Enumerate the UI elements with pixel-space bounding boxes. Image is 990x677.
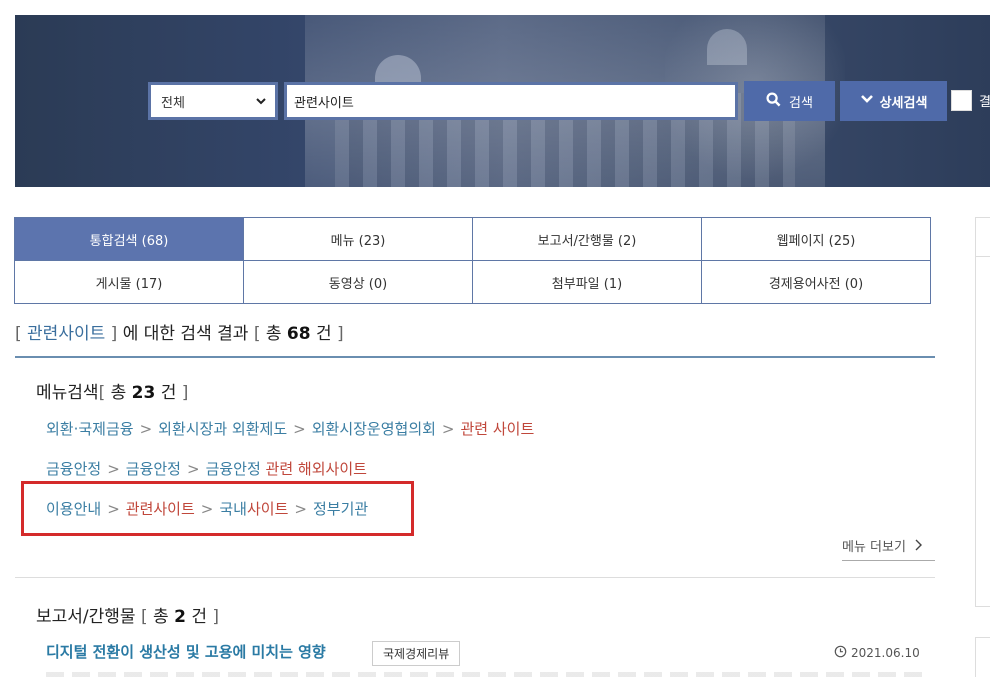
tab-all[interactable]: 통합검색 (68) xyxy=(15,218,244,261)
search-keyword: 관련사이트 xyxy=(27,324,106,344)
section-count: 2 xyxy=(174,607,186,627)
search-button[interactable]: 검색 xyxy=(744,81,835,121)
crumb-separator: > xyxy=(293,420,306,438)
tab-webpages[interactable]: 웹페이지 (25) xyxy=(702,218,930,261)
chevron-right-icon xyxy=(914,539,923,555)
result-category-tabs: 통합검색 (68) 메뉴 (23) 보고서/간행물 (2) 웹페이지 (25) … xyxy=(14,217,931,304)
section-label: 보고서/간행물 xyxy=(36,607,136,627)
bracket-open: [ xyxy=(253,324,261,344)
crumb-match[interactable]: 사이트 xyxy=(326,460,367,478)
crumb-separator: > xyxy=(139,420,153,438)
search-scope-value: 전체 xyxy=(161,95,185,111)
tab-videos[interactable]: 동영상 (0) xyxy=(244,261,473,303)
menu-result-item[interactable]: 금융안정 > 금융안정 > 금융안정 관련 해외사이트 xyxy=(46,458,367,479)
section-label: 메뉴검색 xyxy=(36,383,99,403)
clock-icon xyxy=(834,645,847,661)
advanced-search-label: 상세검색 xyxy=(879,95,928,111)
crumb-link[interactable]: 외환시장운영협의회 xyxy=(312,420,436,438)
bracket-open: [ xyxy=(140,607,148,627)
crumb-link[interactable]: 금융안정 xyxy=(46,460,101,478)
bracket-open: [ xyxy=(98,383,106,403)
search-within-results-label: 결 xyxy=(979,95,990,110)
tab-menu[interactable]: 메뉴 (23) xyxy=(244,218,473,261)
report-section-title: 보고서/간행물 [ 총 2 건 ] xyxy=(36,602,219,627)
search-scope-select[interactable]: 전체 xyxy=(148,82,278,120)
report-summary-text xyxy=(46,672,926,677)
total-unit: 건 xyxy=(160,383,177,403)
total-prefix: 총 xyxy=(153,607,169,627)
tab-reports[interactable]: 보고서/간행물 (2) xyxy=(473,218,702,261)
total-prefix: 총 xyxy=(110,383,127,403)
chevron-down-icon xyxy=(860,93,874,109)
crumb-link[interactable]: 외환·국제금융 xyxy=(46,420,134,438)
report-title-link[interactable]: 디지털 전환이 생산성 및 고용에 미치는 영향 xyxy=(46,641,326,662)
chevron-down-icon xyxy=(255,95,267,110)
bracket-close: ] xyxy=(337,324,344,344)
total-prefix: 총 xyxy=(265,324,282,344)
summary-text: 에 대한 검색 결과 xyxy=(122,324,249,344)
side-panel xyxy=(975,637,990,677)
tab-glossary[interactable]: 경제용어사전 (0) xyxy=(702,261,930,303)
menu-section-title: 메뉴검색[ 총 23 건 ] xyxy=(36,378,188,403)
bracket-close: ] xyxy=(212,607,220,627)
search-icon xyxy=(766,91,781,111)
total-unit: 건 xyxy=(315,324,332,344)
tab-posts[interactable]: 게시물 (17) xyxy=(15,261,244,303)
crumb-link-match[interactable]: 관련 사이트 xyxy=(461,420,535,438)
total-unit: 건 xyxy=(191,607,207,627)
side-panel-divider xyxy=(975,256,990,257)
advanced-search-button[interactable]: 상세검색 xyxy=(840,81,947,121)
bracket-close: ] xyxy=(181,383,189,403)
bracket-close: ] xyxy=(110,324,118,344)
crumb-separator: > xyxy=(107,460,120,478)
more-label: 메뉴 더보기 xyxy=(842,540,906,555)
search-input-value: 관련사이트 xyxy=(294,95,354,111)
total-count: 68 xyxy=(286,324,311,344)
search-button-label: 검색 xyxy=(789,95,813,111)
crumb-separator: > xyxy=(186,460,200,478)
report-date: 2021.06.10 xyxy=(834,645,920,661)
search-within-results-checkbox[interactable] xyxy=(951,90,972,111)
report-category-tag: 국제경제리뷰 xyxy=(372,641,461,666)
bracket-open: [ xyxy=(15,324,22,344)
side-panel xyxy=(975,217,990,607)
report-date-value: 2021.06.10 xyxy=(851,646,920,660)
crumb-separator: > xyxy=(441,420,455,438)
crumb-match[interactable]: 관련 xyxy=(266,460,294,478)
divider xyxy=(15,577,935,578)
result-summary: [ 관련사이트 ] 에 대한 검색 결과 [ 총 68 건 ] xyxy=(15,319,344,344)
crumb-link[interactable]: 금융안정 xyxy=(126,460,181,478)
crumb-link[interactable]: 외환시장과 외환제도 xyxy=(158,420,287,438)
search-input[interactable]: 관련사이트 xyxy=(284,82,738,120)
highlight-annotation-box xyxy=(21,481,414,536)
tab-attachments[interactable]: 첨부파일 (1) xyxy=(473,261,702,303)
menu-more-link[interactable]: 메뉴 더보기 xyxy=(842,536,935,561)
menu-result-item[interactable]: 외환·국제금융 > 외환시장과 외환제도 > 외환시장운영협의회 > 관련 사이트 xyxy=(46,418,534,439)
divider xyxy=(15,356,935,358)
section-count: 23 xyxy=(131,383,156,403)
crumb-text[interactable]: 해외 xyxy=(293,460,326,478)
crumb-link[interactable]: 금융안정 xyxy=(206,460,266,478)
